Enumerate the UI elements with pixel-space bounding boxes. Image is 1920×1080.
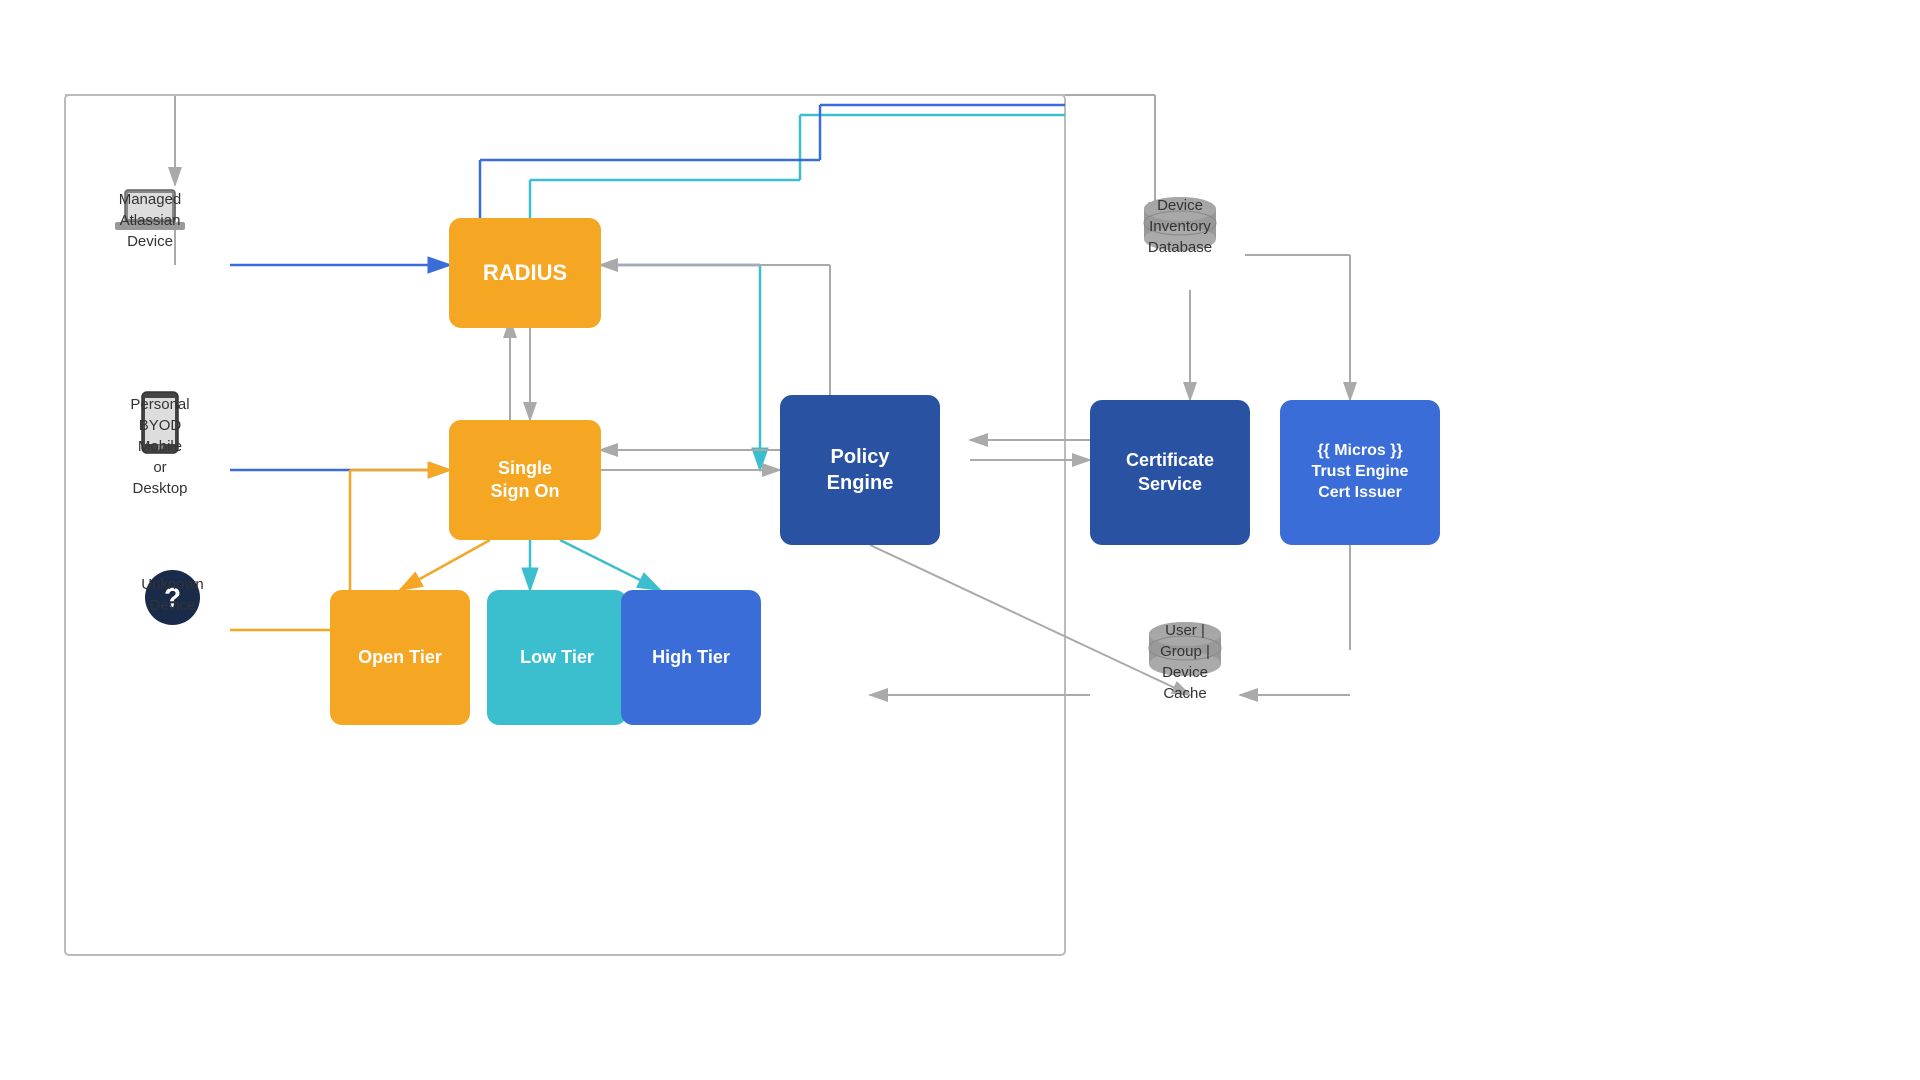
diagram-container: Managed Atlassian Device Personal BYOD M… xyxy=(0,0,1920,1080)
policy-engine-node: Policy Engine xyxy=(780,395,940,545)
managed-device-label: Managed Atlassian Device xyxy=(115,189,185,252)
open-tier-node: Open Tier xyxy=(330,590,470,725)
device-inventory-label: Device Inventory Database xyxy=(1140,195,1220,258)
low-tier-node: Low Tier xyxy=(487,590,627,725)
unknown-device-icon: ? Unknown Device xyxy=(145,570,200,625)
user-group-cache-label: User | Group | Device Cache xyxy=(1145,620,1225,704)
unknown-device-label: Unknown Device xyxy=(141,574,204,616)
trust-engine-node: {{ Micros }} Trust Engine Cert Issuer xyxy=(1280,400,1440,545)
high-tier-node: High Tier xyxy=(621,590,761,725)
sso-node: Single Sign On xyxy=(449,420,601,540)
byod-device-icon: Personal BYOD Mobile or Desktop xyxy=(140,390,180,455)
diagram-arrows xyxy=(0,0,1920,1080)
device-inventory-icon: Device Inventory Database xyxy=(1140,195,1220,260)
byod-device-label: Personal BYOD Mobile or Desktop xyxy=(130,394,189,499)
radius-node: RADIUS xyxy=(449,218,601,328)
certificate-service-node: Certificate Service xyxy=(1090,400,1250,545)
managed-device-icon: Managed Atlassian Device xyxy=(115,185,185,240)
user-group-cache-icon: User | Group | Device Cache xyxy=(1145,620,1225,685)
